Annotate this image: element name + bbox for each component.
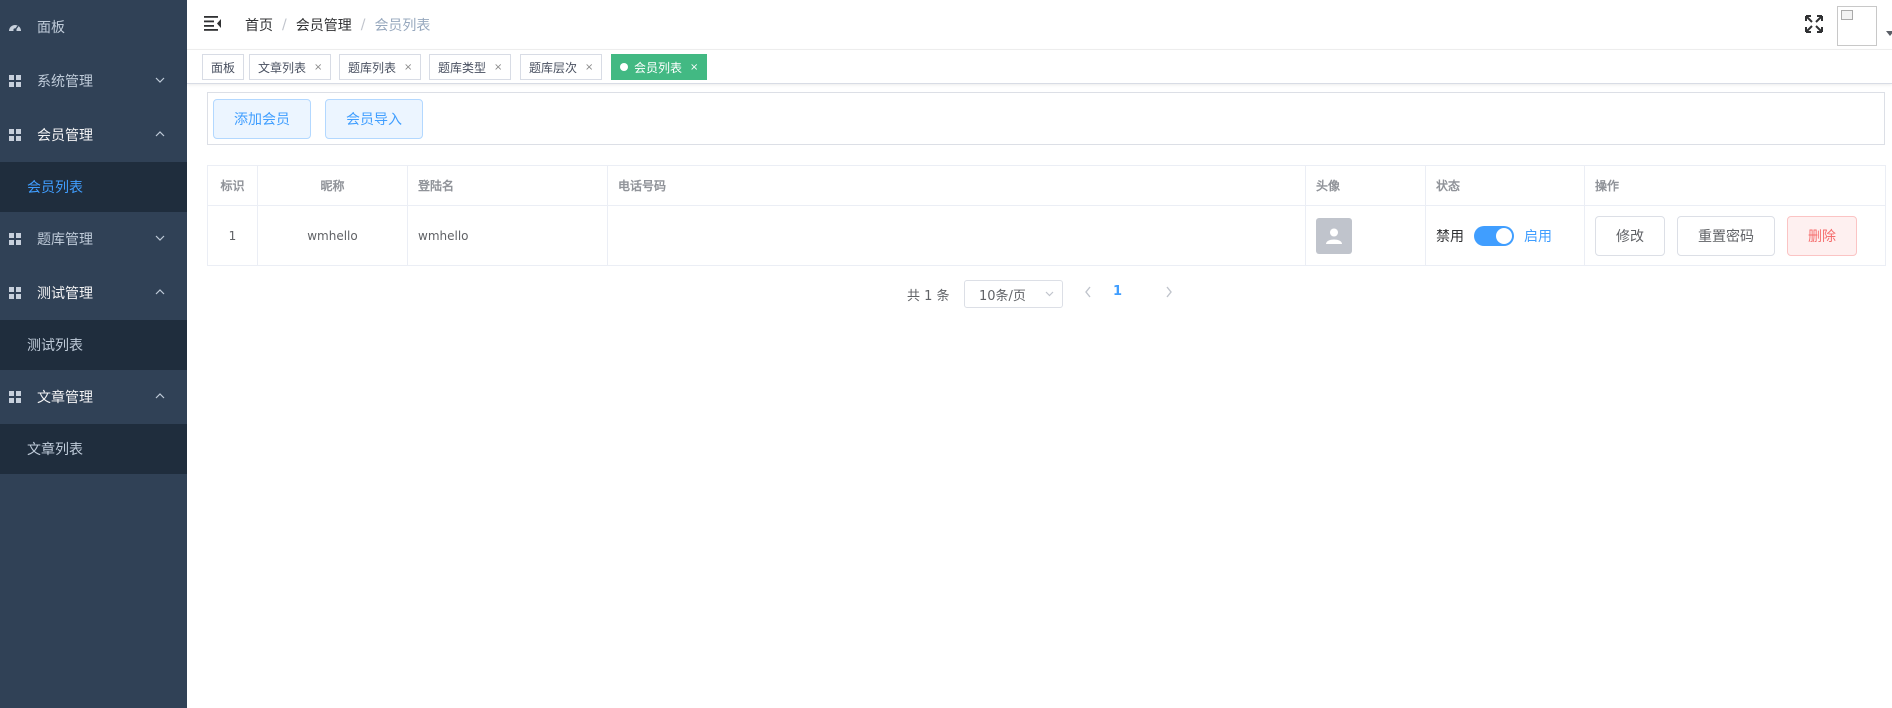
breadcrumb-member-list: 会员列表: [374, 18, 431, 34]
sidebar-item-members[interactable]: 会员管理: [0, 108, 187, 162]
tag-label: 文章列表: [258, 60, 307, 75]
status-toggle[interactable]: [1474, 225, 1514, 246]
column-header-avatar: 头像: [1306, 166, 1426, 205]
sidebar-item-label: 文章管理: [37, 390, 93, 406]
toolbar: 添加会员 会员导入: [207, 92, 1885, 145]
status-switch-group: 禁用 启用: [1436, 225, 1552, 246]
app: 面板 系统管理 会员管理 会员列表 题库管理 测试管理 测试列表 文章管理 文章…: [0, 0, 1892, 708]
sidebar-subitem-article-list[interactable]: 文章列表: [0, 424, 187, 474]
grid-icon: [8, 390, 22, 404]
sidebar-item-question-bank[interactable]: 题库管理: [0, 212, 187, 266]
tag-label: 面板: [211, 60, 236, 75]
sidebar-item-articles[interactable]: 文章管理: [0, 370, 187, 424]
chevron-up-icon: [155, 131, 165, 137]
sidebar-subitem-member-list[interactable]: 会员列表: [0, 162, 187, 212]
user-avatar[interactable]: [1837, 6, 1877, 46]
hamburger-icon[interactable]: [204, 15, 222, 31]
table-header-row: 标识 昵称 登陆名 电话号码 头像 状态 操作: [208, 166, 1885, 206]
tag-question-list[interactable]: 题库列表 ×: [339, 54, 422, 80]
chevron-up-icon: [155, 393, 165, 399]
tag-dashboard[interactable]: 面板: [202, 54, 245, 80]
sidebar-item-tests[interactable]: 测试管理: [0, 266, 187, 320]
cell-status: 禁用 启用: [1426, 206, 1585, 265]
sidebar: 面板 系统管理 会员管理 会员列表 题库管理 测试管理 测试列表 文章管理 文章…: [0, 0, 187, 708]
sidebar-item-label: 题库管理: [37, 232, 93, 248]
cell-id: 1: [208, 206, 258, 265]
chevron-down-icon: [155, 77, 165, 83]
breadcrumb-separator: /: [282, 17, 287, 33]
user-placeholder-icon: [1316, 217, 1352, 254]
table-row: 1 wmhello wmhello 禁用 启用 修改 重置密码 删除: [208, 206, 1885, 266]
cell-nickname: wmhello: [258, 206, 408, 265]
cell-phone: [608, 206, 1306, 265]
close-icon[interactable]: ×: [585, 62, 593, 73]
chevron-down-icon: [1045, 291, 1054, 297]
add-member-button[interactable]: 添加会员: [213, 99, 311, 139]
sidebar-item-dashboard[interactable]: 面板: [0, 0, 187, 54]
column-header-status: 状态: [1426, 166, 1585, 205]
close-icon[interactable]: ×: [314, 62, 322, 73]
tag-member-list[interactable]: 会员列表 ×: [611, 54, 708, 80]
chevron-down-icon: [155, 235, 165, 241]
cell-login: wmhello: [408, 206, 608, 265]
breadcrumb: 首页 / 会员管理 / 会员列表: [245, 15, 430, 35]
edit-button[interactable]: 修改: [1595, 215, 1665, 256]
tag-label: 会员列表: [634, 60, 683, 75]
sidebar-item-label: 系统管理: [37, 74, 93, 90]
column-header-id: 标识: [208, 166, 258, 205]
close-icon[interactable]: ×: [690, 62, 698, 73]
members-table: 标识 昵称 登陆名 电话号码 头像 状态 操作 1 wmhello wmhell…: [207, 165, 1886, 266]
cell-avatar: [1306, 206, 1426, 265]
status-off-label: 禁用: [1436, 228, 1464, 245]
main-area: 首页 / 会员管理 / 会员列表 面板 文章列表 × 题库列表 × 题库类型 ×…: [187, 0, 1892, 708]
broken-image-icon: [1841, 10, 1853, 20]
grid-icon: [8, 74, 22, 88]
status-on-label: 启用: [1524, 228, 1552, 245]
column-header-phone: 电话号码: [608, 166, 1306, 205]
tag-question-type[interactable]: 题库类型 ×: [429, 54, 512, 80]
column-header-actions: 操作: [1595, 179, 1620, 193]
fullscreen-icon[interactable]: [1805, 15, 1823, 33]
close-icon[interactable]: ×: [494, 62, 502, 73]
tag-article-list[interactable]: 文章列表 ×: [249, 54, 332, 80]
reset-password-button[interactable]: 重置密码: [1677, 215, 1775, 256]
next-page-icon[interactable]: [1165, 286, 1173, 298]
grid-icon: [8, 128, 22, 142]
page-number[interactable]: 1: [1113, 284, 1122, 299]
active-dot-icon: [620, 63, 628, 71]
sidebar-subitem-test-list[interactable]: 测试列表: [0, 320, 187, 370]
cell-actions: 修改 重置密码 删除: [1585, 206, 1885, 265]
grid-icon: [8, 286, 22, 300]
page-size-value: 10条/页: [979, 288, 1026, 304]
pagination-total: 共 1 条: [907, 289, 950, 304]
delete-button[interactable]: 删除: [1787, 215, 1857, 256]
import-members-button[interactable]: 会员导入: [325, 99, 423, 139]
sidebar-item-label: 测试管理: [37, 286, 93, 302]
tag-label: 题库列表: [348, 60, 397, 75]
caret-down-icon[interactable]: [1886, 31, 1892, 36]
toggle-knob: [1496, 227, 1512, 244]
prev-page-icon[interactable]: [1084, 286, 1092, 298]
sidebar-item-label: 会员管理: [37, 128, 93, 144]
column-header-nickname: 昵称: [258, 166, 408, 205]
sidebar-item-label: 面板: [37, 20, 65, 36]
chevron-up-icon: [155, 289, 165, 295]
column-header-login: 登陆名: [408, 166, 608, 205]
breadcrumb-member-management[interactable]: 会员管理: [296, 15, 352, 35]
tags-view: 面板 文章列表 × 题库列表 × 题库类型 × 题库层次 × 会员列表 ×: [187, 50, 1892, 84]
dashboard-icon: [8, 20, 22, 34]
breadcrumb-home[interactable]: 首页: [245, 15, 273, 35]
tag-label: 题库类型: [438, 60, 487, 75]
breadcrumb-separator: /: [360, 17, 366, 33]
tag-label: 题库层次: [529, 60, 578, 75]
pagination: 共 1 条 10条/页 1: [187, 280, 1892, 308]
sidebar-item-system[interactable]: 系统管理: [0, 54, 187, 108]
page-size-select[interactable]: 10条/页: [964, 280, 1063, 308]
navbar: 首页 / 会员管理 / 会员列表: [187, 0, 1892, 50]
close-icon[interactable]: ×: [404, 62, 412, 73]
grid-icon: [8, 232, 22, 246]
tag-question-level[interactable]: 题库层次 ×: [520, 54, 603, 80]
